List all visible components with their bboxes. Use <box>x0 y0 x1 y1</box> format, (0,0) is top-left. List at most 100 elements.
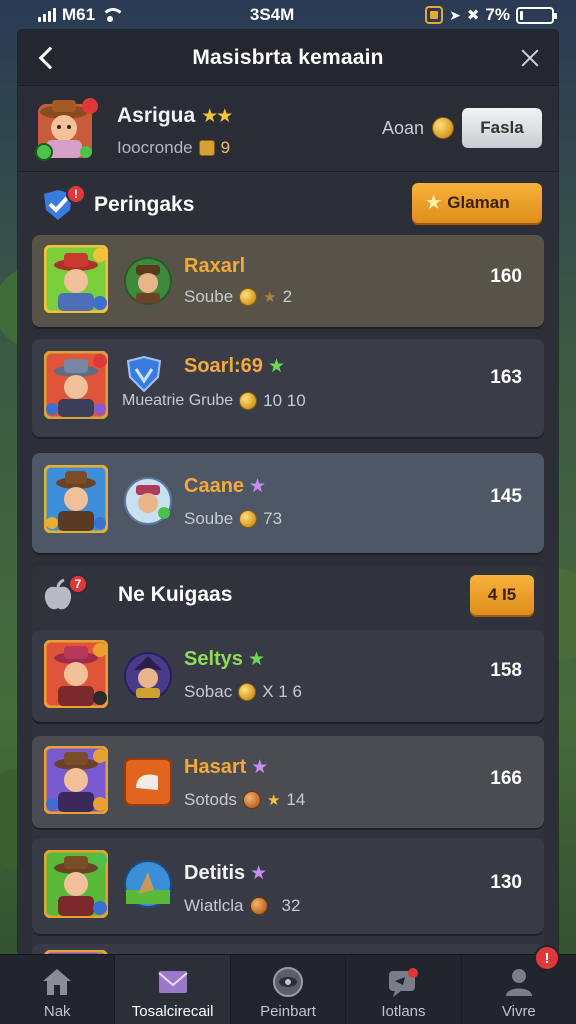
row-name: Detitis <box>184 862 246 884</box>
row-subline: Wiatlcla 32 <box>184 896 300 916</box>
hero-icon <box>124 257 172 305</box>
profile-action-button[interactable]: Fasla <box>462 108 542 148</box>
leaderboard-row[interactable]: Seltys ★ Sobac X 1 6 158 <box>32 630 544 722</box>
app-header: Masisbrta kemaain <box>18 30 558 86</box>
leaderboard-row-partial[interactable] <box>32 944 544 954</box>
row-name: Raxarl <box>184 255 246 277</box>
leaderboard-section: ! Peringaks ★ Glaman Raxarl Soube ★ 2 16… <box>32 180 544 553</box>
row-sub-value: 2 <box>282 287 293 306</box>
clock: 3S4M <box>249 5 295 24</box>
bluetooth-icon: ✖ <box>466 7 480 24</box>
row-sub-label: Wiatlcla <box>184 896 244 915</box>
profile-card: Asrigua ★★ Ioocronde 9 Aoan Fasla <box>18 86 558 172</box>
row-score: 160 <box>490 266 522 287</box>
row-subline: Soube ★ 2 <box>184 287 292 307</box>
back-button[interactable] <box>34 44 62 72</box>
bottom-tab-bar: Nak Tosalcirecail Peinbart Iotlans Vivre <box>0 945 576 1024</box>
row-score: 166 <box>490 768 522 789</box>
player-portrait <box>44 746 108 814</box>
hero-icon <box>124 652 172 700</box>
row-score: 145 <box>490 486 522 507</box>
row-score: 130 <box>490 872 522 893</box>
section-header: ! Peringaks ★ Glaman <box>32 180 544 230</box>
star-icon: ★ <box>426 193 442 212</box>
row-sub-label: Soube <box>184 287 234 306</box>
player-avatar[interactable] <box>34 96 100 162</box>
star-icon: ★ <box>247 649 265 670</box>
star-icon: ★ <box>249 476 267 497</box>
star-icon: ★ <box>267 356 285 377</box>
row-sub-label: Mueatrie Grube <box>122 392 234 409</box>
leaderboard-row[interactable]: Detitis ★ Wiatlcla 32 130 <box>32 838 544 934</box>
player-subtitle: Ioocronde <box>117 138 193 157</box>
row-name-line: Soarl:69 ★ <box>184 355 285 378</box>
profile-icon <box>505 969 532 996</box>
row-sub-label: Sobac <box>184 682 233 701</box>
section-badge: ! <box>66 184 86 204</box>
signal-icon <box>38 8 56 22</box>
leaderboard-row[interactable]: Raxarl Soube ★ 2 160 <box>32 235 544 327</box>
tab-label: Peinbart <box>260 1003 316 1020</box>
tab-home[interactable]: Nak <box>0 955 116 1024</box>
carrier-label: M61 <box>62 5 96 24</box>
recent-section: 7 Ne Kuigaas 4 I5 Seltys ★ Sobac X 1 6 1… <box>32 566 544 954</box>
mail-icon <box>157 971 188 993</box>
player-portrait <box>44 245 108 313</box>
hero-icon <box>124 477 172 525</box>
row-sub-value: 32 <box>281 896 301 915</box>
section-action-label: Glaman <box>447 193 510 212</box>
player-portrait <box>44 351 108 419</box>
close-button[interactable] <box>516 44 544 72</box>
battery-percent: 7% <box>485 5 510 24</box>
section-action-button[interactable]: 4 I5 <box>470 575 534 615</box>
fist-icon <box>124 758 172 806</box>
row-name-line: Raxarl <box>184 255 245 278</box>
section-title: Peringaks <box>94 193 195 216</box>
status-bar: M61 3S4M ➤ ✖ 7% <box>0 0 576 30</box>
tab-profile[interactable]: Vivre ! <box>462 945 576 1024</box>
tab-chat[interactable]: Iotlans <box>346 955 462 1024</box>
location-icon: ➤ <box>449 6 461 23</box>
player-portrait <box>44 850 108 918</box>
row-score: 163 <box>490 367 522 388</box>
row-name: Caane <box>184 475 245 497</box>
row-name-line: Detitis ★ <box>184 862 267 885</box>
app-panel: Masisbrta kemaain Asrigua ★★ Ioocronde 9… <box>18 30 558 954</box>
coin-icon <box>242 791 261 809</box>
row-sub-value: 73 <box>263 509 283 528</box>
globe-icon <box>273 967 304 997</box>
app-status-icon <box>425 6 444 24</box>
wifi-icon <box>101 8 126 22</box>
player-name-line: Asrigua ★★ <box>117 104 233 128</box>
leaderboard-row[interactable]: Hasart ★ Sotods ★ 14 166 <box>32 736 544 828</box>
section-header: 7 Ne Kuigaas 4 I5 <box>32 566 544 624</box>
row-name: Soarl:69 <box>184 355 263 377</box>
section-action-button[interactable]: ★ Glaman <box>412 183 542 223</box>
row-sub-value: 14 <box>286 790 306 809</box>
coin-icon <box>238 683 257 701</box>
chest-icon <box>198 140 215 156</box>
player-portrait <box>44 640 108 708</box>
player-subline: Ioocronde 9 <box>117 138 230 158</box>
status-left: M61 <box>38 5 126 25</box>
page-title: Masisbrta kemaain <box>192 45 384 69</box>
leaderboard-row[interactable]: Soarl:69 ★ Mueatrie Grube 10 10 163 <box>32 339 544 437</box>
tab-mail[interactable]: Tosalcirecail <box>115 955 231 1024</box>
leaderboard-row[interactable]: Caane ★ Soube 73 145 <box>32 453 544 553</box>
battery-icon <box>515 6 557 24</box>
row-sub-value: X 1 6 <box>262 682 302 701</box>
tab-label: Iotlans <box>381 1003 426 1020</box>
star-icon: ★ <box>251 757 269 778</box>
battery-level <box>519 10 523 20</box>
hero-icon <box>124 860 172 908</box>
row-score: 158 <box>490 660 522 681</box>
row-name-line: Seltys ★ <box>184 648 265 671</box>
tab-globe[interactable]: Peinbart <box>231 955 347 1024</box>
player-name: Asrigua <box>117 104 196 127</box>
row-name-line: Caane ★ <box>184 475 266 498</box>
row-subline: Mueatrie Grube 10 10 <box>122 391 306 411</box>
row-name: Seltys <box>184 648 243 670</box>
row-subline: Sotods ★ 14 <box>184 790 305 810</box>
section-action-label: 4 I5 <box>487 585 517 604</box>
profile-actions: Aoan Fasla <box>382 108 542 148</box>
